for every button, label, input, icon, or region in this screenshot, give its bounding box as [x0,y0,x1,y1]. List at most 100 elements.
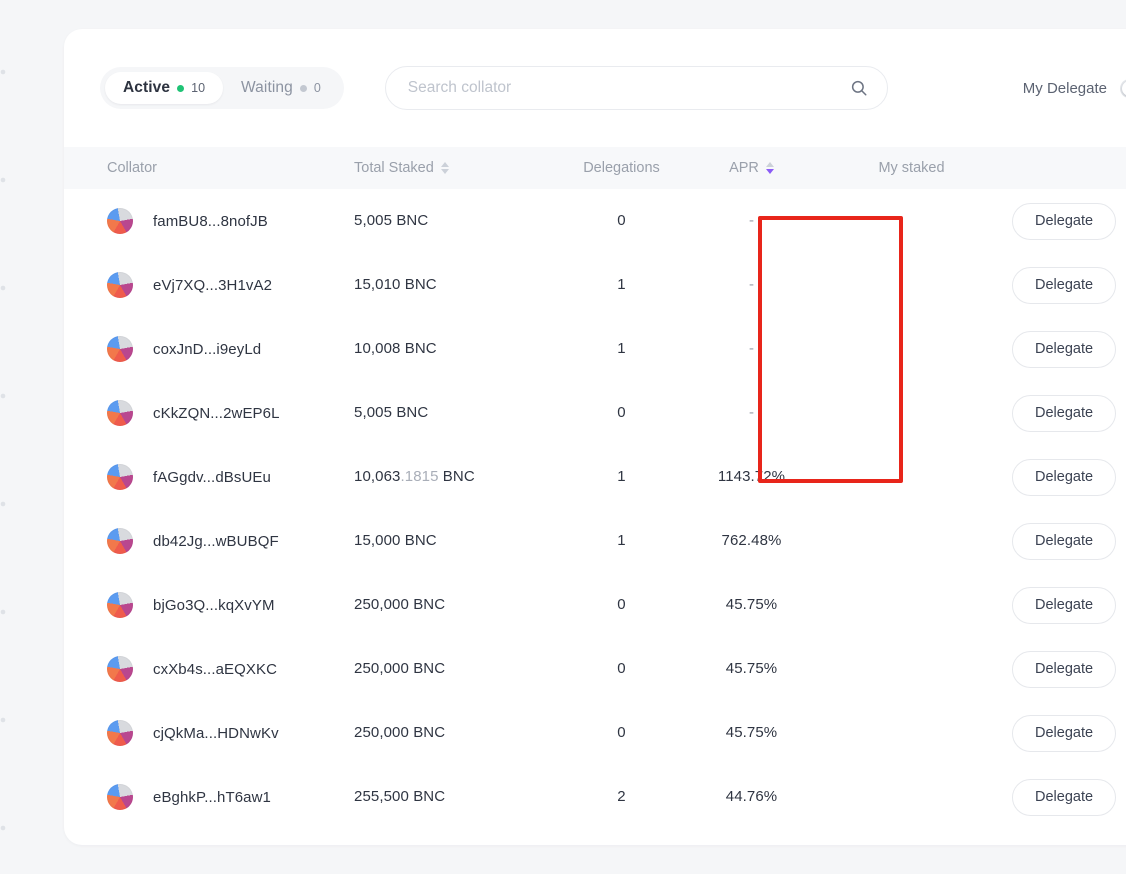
search-input[interactable] [384,66,888,110]
table-row: db42Jg...wBUBQF 15,000 BNC 1 762.48% Delegat… [64,509,1126,573]
delegations-count: 1 [617,276,626,293]
apr-value: 45.75% [725,596,778,613]
column-header-collator: Collator [107,160,157,176]
table-header-row: Collator Total Staked Delegations APR My… [64,147,1126,189]
delegate-button[interactable]: Delegate [1012,778,1117,816]
collator-avatar-icon [107,336,133,362]
tab-waiting-label: Waiting [241,79,293,96]
total-staked-value: 15,000 [354,532,401,549]
total-staked-value: 10,063 [354,468,401,485]
table-row: famBU8...8nofJB 5,005 BNC 0 - Delegate [64,189,1126,253]
collator-address: coxJnD...i9eyLd [153,340,262,358]
table-body: famBU8...8nofJB 5,005 BNC 0 - Delegate eVj7XQ… [64,189,1126,829]
total-staked-value: 255,500 [354,788,409,805]
toggle-knob [1122,80,1126,96]
collator-address: famBU8...8nofJB [153,212,268,230]
apr-value: 1143.72% [717,468,786,485]
collator-address: cxXb4s...aEQXKC [153,660,278,678]
table-row: cxXb4s...aEQXKC 250,000 BNC 0 45.75% Delegat… [64,637,1126,701]
collator-avatar-icon [107,656,133,682]
total-staked-decimals: .1815 [400,468,439,485]
total-staked-unit: BNC [408,596,446,613]
collator-address: cKkZQN...2wEP6L [153,404,280,422]
my-delegate-label: My Delegate [1022,79,1107,97]
tab-waiting-count: 0 [313,81,321,95]
delegate-button[interactable]: Delegate [1012,650,1117,688]
total-staked-value: 10,008 [354,340,401,357]
collator-address: eVj7XQ...3H1vA2 [153,276,273,294]
delegate-button[interactable]: Delegate [1012,714,1117,752]
apr-value: 762.48% [721,532,782,549]
search-box [384,66,888,110]
toolbar: Active 10 Waiting 0 My Delegate [64,29,1126,147]
total-staked-unit: BNC [408,724,446,741]
total-staked-unit: BNC [392,404,429,421]
table-row: cjQkMa...HDNwKv 250,000 BNC 0 45.75% Delegat… [64,701,1126,765]
tab-active[interactable]: Active 10 [105,72,224,104]
total-staked-value: 15,010 [354,276,401,293]
delegate-button[interactable]: Delegate [1012,394,1117,432]
column-header-apr-label: APR [729,160,759,176]
collator-table: Collator Total Staked Delegations APR My… [64,147,1126,829]
total-staked-unit: BNC [438,468,475,485]
my-delegate-toggle[interactable] [1120,78,1126,98]
collator-list-card: Active 10 Waiting 0 My Delegate [64,29,1126,845]
collator-address: cjQkMa...HDNwKv [153,724,279,742]
collator-avatar-icon [107,400,133,426]
tab-active-label: Active [123,79,171,96]
total-staked-unit: BNC [408,788,446,805]
table-row: fAGgdv...dBsUEu 10,063.1815 BNC 1 1143.72% D… [64,445,1126,509]
delegations-count: 0 [617,724,626,741]
delegate-button[interactable]: Delegate [1012,330,1117,368]
collator-avatar-icon [107,528,133,554]
collator-avatar-icon [107,720,133,746]
delegate-button[interactable]: Delegate [1012,458,1117,496]
sort-icon-apr[interactable] [765,162,774,174]
delegations-count: 0 [617,660,626,677]
total-staked-unit: BNC [400,340,437,357]
total-staked-unit: BNC [400,532,437,549]
apr-value: 45.75% [725,724,778,741]
delegations-count: 1 [617,340,626,357]
column-header-total-staked[interactable]: Total Staked [354,160,559,176]
delegations-count: 0 [617,404,626,421]
delegate-button[interactable]: Delegate [1012,266,1117,304]
collator-avatar-icon [107,464,133,490]
apr-value: - [749,404,754,421]
delegate-button[interactable]: Delegate [1012,522,1117,560]
total-staked-value: 250,000 [354,660,409,677]
sort-icon-total-staked[interactable] [440,162,449,174]
collator-avatar-icon [107,272,133,298]
total-staked-value: 5,005 [354,212,393,229]
table-row: coxJnD...i9eyLd 10,008 BNC 1 - Delegate [64,317,1126,381]
column-header-apr[interactable]: APR [684,160,819,176]
delegations-count: 0 [617,596,626,613]
active-status-dot-icon [177,84,185,92]
tab-waiting[interactable]: Waiting 0 [223,72,339,104]
my-delegate-filter: My Delegate [1022,78,1126,98]
table-row: eVj7XQ...3H1vA2 15,010 BNC 1 - Delegate [64,253,1126,317]
delegations-count: 1 [617,532,626,549]
collator-avatar-icon [107,592,133,618]
delegations-count: 0 [617,212,626,229]
collator-avatar-icon [107,208,133,234]
table-row: eBghkP...hT6aw1 255,500 BNC 2 44.76% Delegat… [64,765,1126,829]
delegate-button[interactable]: Delegate [1012,202,1117,240]
delegations-count: 2 [617,788,626,805]
apr-value: 45.75% [725,660,778,677]
total-staked-unit: BNC [408,660,446,677]
apr-value: 44.76% [725,788,778,805]
apr-value: - [749,276,754,293]
column-header-delegations: Delegations [583,160,660,176]
status-tab-group: Active 10 Waiting 0 [100,67,344,109]
total-staked-value: 5,005 [354,404,393,421]
apr-value: - [749,212,754,229]
waiting-status-dot-icon [299,84,307,92]
collator-address: fAGgdv...dBsUEu [153,468,271,486]
total-staked-unit: BNC [392,212,429,229]
delegations-count: 1 [617,468,626,485]
apr-value: - [749,340,754,357]
total-staked-value: 250,000 [354,596,409,613]
collator-address: bjGo3Q...kqXvYM [153,596,275,614]
delegate-button[interactable]: Delegate [1012,586,1117,624]
